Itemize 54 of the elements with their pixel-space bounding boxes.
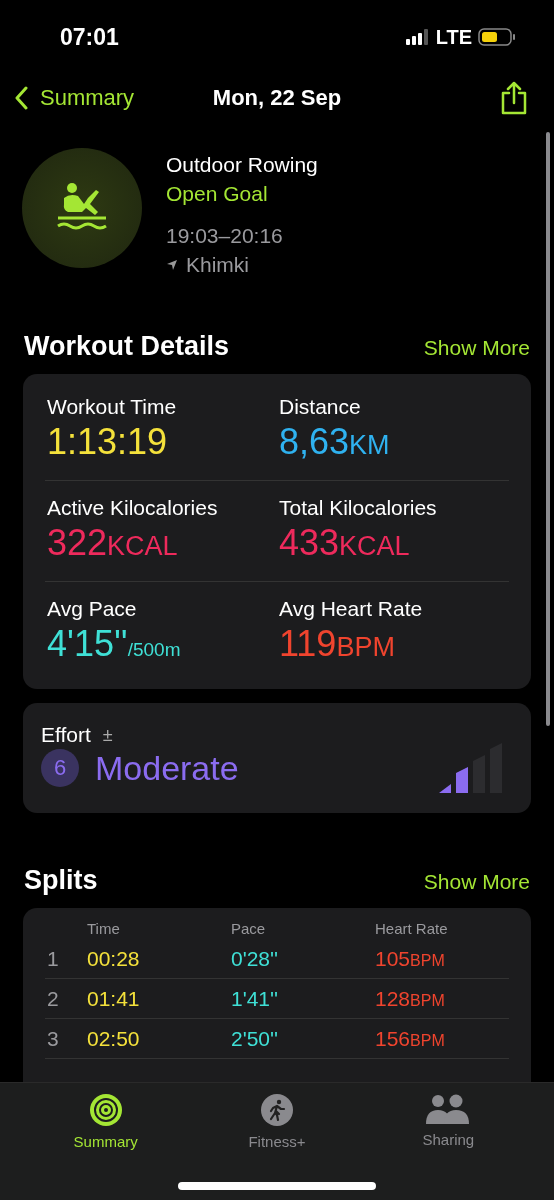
split-number: 3 [46,1026,60,1051]
metric-value: 8,63KM [279,420,391,464]
tab[interactable]: Sharing [393,1093,504,1148]
network-label: LTE [435,25,472,49]
split-pace: 0'28'' [231,946,280,971]
split-pace: 1'41'' [231,986,280,1011]
share-icon[interactable] [500,81,528,115]
metric-value: 1:13:19 [47,420,169,464]
split-pace: 2'50'' [231,1026,280,1051]
back-button[interactable]: Summary [14,85,135,111]
metric-label: Avg Heart Rate [279,596,424,622]
rings-icon [88,1093,123,1127]
metric-label: Active Kilocalories [47,495,219,521]
signal-icon [405,29,430,45]
tab[interactable]: Fitness+ [222,1093,332,1150]
split-time: 02:50 [87,1026,141,1051]
effort-rating: Moderate [95,748,240,788]
split-time: 01:41 [87,986,141,1011]
split-heart-rate: 156BPM [375,1026,446,1051]
column-header: Time [87,920,121,937]
effort-score: 6 [41,749,79,787]
location-arrow-icon [166,259,178,271]
metric-value: 119BPM [279,622,396,666]
chevron-left-icon [14,86,28,110]
tab[interactable]: Summary [50,1093,161,1150]
metric-value: 322KCAL [47,521,179,565]
metric-value: 433KCAL [279,521,411,565]
metric-label: Avg Pace [47,596,138,622]
show-more-link[interactable]: Show More [423,870,530,894]
metric-label: Total Kilocalories [279,495,438,521]
workout-goal: Open Goal [166,181,269,207]
battery-icon [478,28,516,46]
split-time: 00:28 [87,946,141,971]
people-icon [425,1093,472,1125]
workout-name: Outdoor Rowing [166,152,318,178]
split-number: 2 [46,986,60,1011]
metric-label: Workout Time [47,394,178,420]
column-header: Pace [231,920,267,937]
runner-icon [260,1093,294,1127]
metric-value: 4'15''/500m [47,622,182,666]
nav-title: Mon, 22 Sep [212,85,342,111]
status-time: 07:01 [60,23,119,51]
location: Khimki [186,252,249,278]
time-range: 19:03–20:16 [166,223,284,249]
effort-label: Effort [41,723,91,747]
metric-label: Distance [279,394,362,420]
section-title: Splits [24,865,98,896]
show-more-link[interactable]: Show More [423,336,530,360]
split-number: 1 [46,946,60,971]
column-header: Heart Rate [375,920,449,937]
adjust-button[interactable]: ± [102,724,113,746]
split-heart-rate: 105BPM [375,946,446,971]
split-heart-rate: 128BPM [375,986,446,1011]
section-title: Workout Details [24,331,230,362]
